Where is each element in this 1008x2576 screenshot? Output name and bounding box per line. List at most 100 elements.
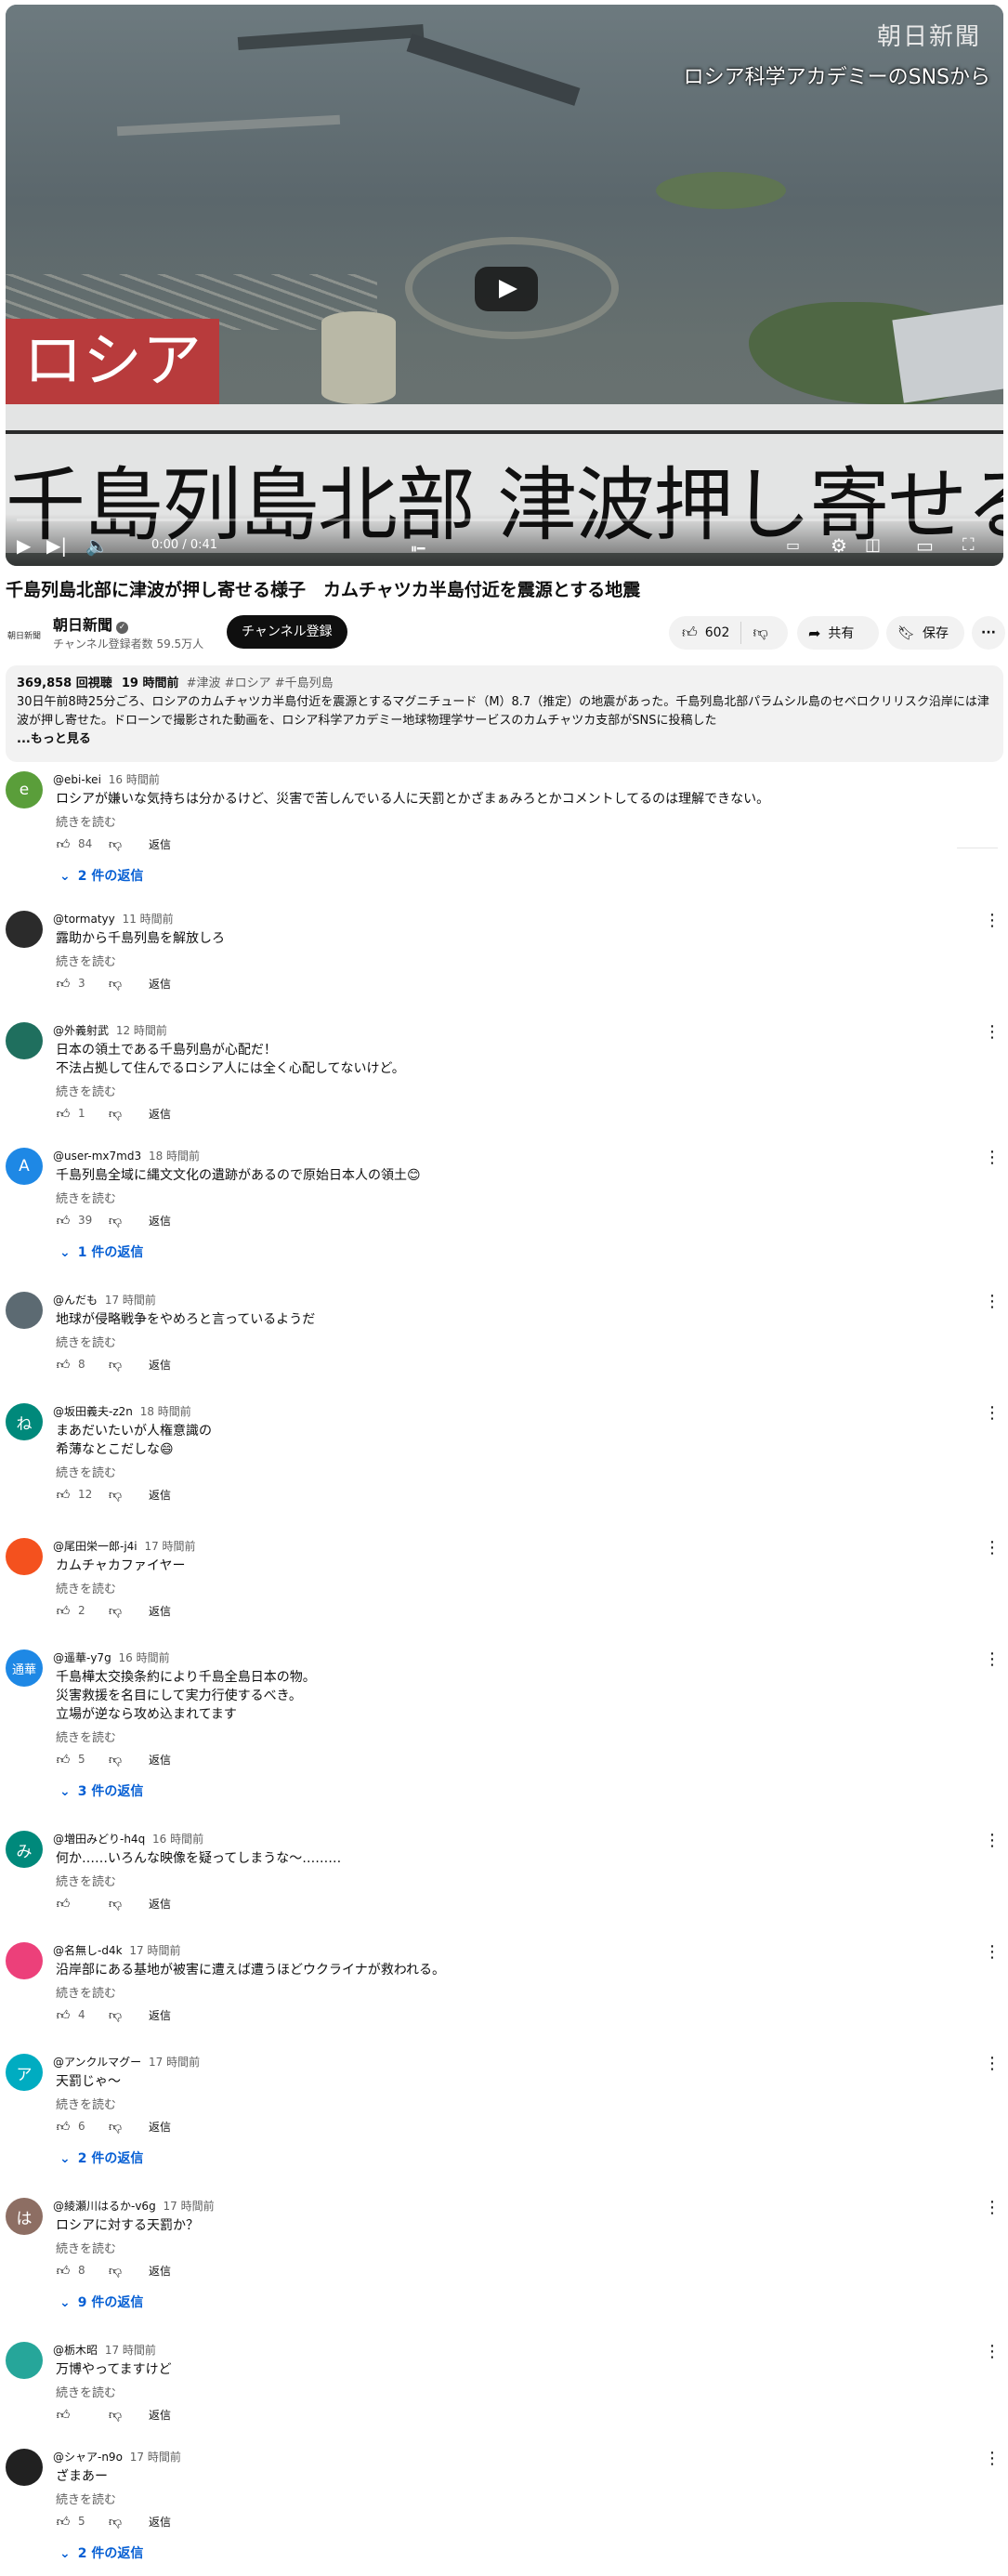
- comment-time[interactable]: 17 時間前: [105, 1294, 156, 1307]
- settings-gear-icon[interactable]: ⚙: [831, 534, 847, 557]
- thumbs-down-icon[interactable]: 👎︎: [106, 1106, 124, 1122]
- comment-time[interactable]: 16 時間前: [119, 1651, 170, 1664]
- thumbs-down-icon[interactable]: 👎︎: [106, 1357, 124, 1373]
- subtitles-icon[interactable]: ▭: [786, 534, 800, 557]
- read-more-link[interactable]: 続きを読む: [56, 2490, 116, 2507]
- thumbs-up-icon[interactable]: 👍︎: [54, 1487, 72, 1503]
- comment-author[interactable]: @外義射武: [53, 1024, 109, 1037]
- channel-avatar[interactable]: 朝日新聞: [6, 616, 43, 653]
- show-more-link[interactable]: ...もっと見る: [17, 730, 992, 749]
- comment-avatar[interactable]: は: [6, 2198, 43, 2235]
- comment-menu-icon[interactable]: ⋮: [983, 911, 1001, 930]
- large-play-button[interactable]: [475, 267, 538, 311]
- autoplay-toggle-icon[interactable]: ⏸︎━: [411, 538, 425, 560]
- comment-author[interactable]: @ebi-kei: [53, 773, 101, 786]
- share-button[interactable]: ➦ 共有: [797, 616, 879, 650]
- fullscreen-icon[interactable]: ⛶: [962, 534, 975, 557]
- reply-button[interactable]: 返信: [149, 1213, 171, 1229]
- comment-menu-icon[interactable]: ⋮: [983, 1538, 1001, 1557]
- thumbs-up-icon[interactable]: 👍︎: [54, 1357, 72, 1373]
- reply-button[interactable]: 返信: [149, 1357, 171, 1373]
- thumbs-down-icon[interactable]: 👎︎: [106, 836, 124, 852]
- thumbs-up-icon[interactable]: 👍︎: [54, 2119, 72, 2135]
- comment-time[interactable]: 16 時間前: [109, 773, 160, 786]
- save-button[interactable]: 🔖︎ 保存: [886, 616, 964, 650]
- comment-author[interactable]: @アンクルマグー: [53, 2056, 141, 2069]
- read-more-link[interactable]: 続きを読む: [56, 952, 116, 969]
- thumbs-down-icon[interactable]: 👎︎: [106, 1213, 124, 1229]
- hashtags[interactable]: #津波 #ロシア #千島列島: [187, 677, 334, 690]
- comment-avatar[interactable]: [6, 1942, 43, 1979]
- read-more-link[interactable]: 続きを読む: [56, 1082, 116, 1099]
- comment-time[interactable]: 17 時間前: [105, 2344, 156, 2357]
- description-box[interactable]: 369,858 回視聴 19 時間前 #津波 #ロシア #千島列島 30日午前8…: [6, 665, 1003, 762]
- read-more-link[interactable]: 続きを読む: [56, 1872, 116, 1889]
- comment-menu-icon[interactable]: ⋮: [983, 1403, 1001, 1423]
- comment-menu-icon[interactable]: ⋮: [983, 1292, 1001, 1311]
- reply-button[interactable]: 返信: [149, 1106, 171, 1122]
- comment-avatar[interactable]: e: [6, 771, 43, 808]
- thumbs-up-icon[interactable]: 👍︎: [54, 976, 72, 992]
- thumbs-up-icon[interactable]: 👍︎: [54, 2407, 72, 2423]
- comment-menu-icon[interactable]: ⋮: [983, 1942, 1001, 1962]
- read-more-link[interactable]: 続きを読む: [56, 2383, 116, 2400]
- comment-avatar[interactable]: [6, 911, 43, 948]
- comment-author[interactable]: @増田みどり-h4q: [53, 1833, 145, 1846]
- comment-avatar[interactable]: [6, 2449, 43, 2486]
- comment-avatar[interactable]: 通華: [6, 1649, 43, 1687]
- reply-button[interactable]: 返信: [149, 1896, 171, 1912]
- read-more-link[interactable]: 続きを読む: [56, 1333, 116, 1350]
- thumbs-down-icon[interactable]: 👎︎: [106, 1896, 124, 1912]
- thumbs-up-icon[interactable]: 👍︎: [54, 1603, 72, 1619]
- volume-icon[interactable]: 🔈: [85, 534, 109, 557]
- comment-menu-icon[interactable]: ⋮: [983, 1831, 1001, 1850]
- read-more-link[interactable]: 続きを読む: [56, 1983, 116, 2001]
- reply-button[interactable]: 返信: [149, 2407, 171, 2423]
- read-more-link[interactable]: 続きを読む: [56, 1189, 116, 1206]
- comment-avatar[interactable]: [6, 1292, 43, 1329]
- dislike-button[interactable]: 👎︎: [741, 624, 779, 642]
- thumbs-down-icon[interactable]: 👎︎: [106, 2514, 124, 2530]
- comment-menu-icon[interactable]: ⋮: [983, 2054, 1001, 2073]
- thumbs-down-icon[interactable]: 👎︎: [106, 2119, 124, 2135]
- next-icon[interactable]: ▶|: [46, 534, 67, 557]
- comment-avatar[interactable]: ア: [6, 2054, 43, 2091]
- view-replies-button[interactable]: ⌄ 1 件の返信: [59, 1242, 143, 1261]
- like-button[interactable]: 👍︎ 602: [669, 622, 742, 644]
- comment-time[interactable]: 17 時間前: [129, 1944, 180, 1957]
- comment-menu-icon[interactable]: ⋮: [983, 1148, 1001, 1167]
- view-replies-button[interactable]: ⌄ 2 件の返信: [59, 2543, 143, 2562]
- comment-author[interactable]: @名無し-d4k: [53, 1944, 123, 1957]
- comment-time[interactable]: 16 時間前: [152, 1833, 203, 1846]
- comment-author[interactable]: @遥華-y7g: [53, 1651, 111, 1664]
- read-more-link[interactable]: 続きを読む: [56, 2095, 116, 2112]
- comment-avatar[interactable]: [6, 1022, 43, 1059]
- comment-avatar[interactable]: A: [6, 1148, 43, 1185]
- view-replies-button[interactable]: ⌄ 3 件の返信: [59, 1781, 143, 1800]
- thumbs-up-icon[interactable]: 👍︎: [54, 1213, 72, 1229]
- thumbs-up-icon[interactable]: 👍︎: [54, 1896, 72, 1912]
- progress-bar[interactable]: [17, 519, 992, 521]
- reply-button[interactable]: 返信: [149, 2007, 171, 2023]
- reply-button[interactable]: 返信: [149, 1752, 171, 1768]
- comment-menu-icon[interactable]: ⋮: [983, 2449, 1001, 2468]
- play-icon[interactable]: ▶: [17, 534, 31, 557]
- comment-time[interactable]: 17 時間前: [130, 2451, 181, 2464]
- read-more-link[interactable]: 続きを読む: [56, 1728, 116, 1745]
- thumbs-down-icon[interactable]: 👎︎: [106, 976, 124, 992]
- comment-author[interactable]: @綾瀬川はるか-v6g: [53, 2200, 156, 2213]
- reply-button[interactable]: 返信: [149, 2514, 171, 2530]
- thumbs-up-icon[interactable]: 👍︎: [54, 1752, 72, 1768]
- read-more-link[interactable]: 続きを読む: [56, 1579, 116, 1597]
- view-replies-button[interactable]: ⌄ 2 件の返信: [59, 866, 143, 885]
- comment-time[interactable]: 11 時間前: [123, 913, 174, 926]
- thumbs-down-icon[interactable]: 👎︎: [106, 2263, 124, 2279]
- theater-mode-icon[interactable]: ▭: [916, 534, 934, 557]
- channel-name[interactable]: 朝日新聞: [53, 616, 112, 634]
- comment-time[interactable]: 17 時間前: [149, 2056, 200, 2069]
- comment-time[interactable]: 17 時間前: [164, 2200, 215, 2213]
- thumbs-down-icon[interactable]: 👎︎: [106, 2007, 124, 2023]
- comment-avatar[interactable]: ね: [6, 1403, 43, 1440]
- comment-time[interactable]: 17 時間前: [144, 1540, 195, 1553]
- comment-menu-icon[interactable]: ⋮: [983, 1022, 1001, 1042]
